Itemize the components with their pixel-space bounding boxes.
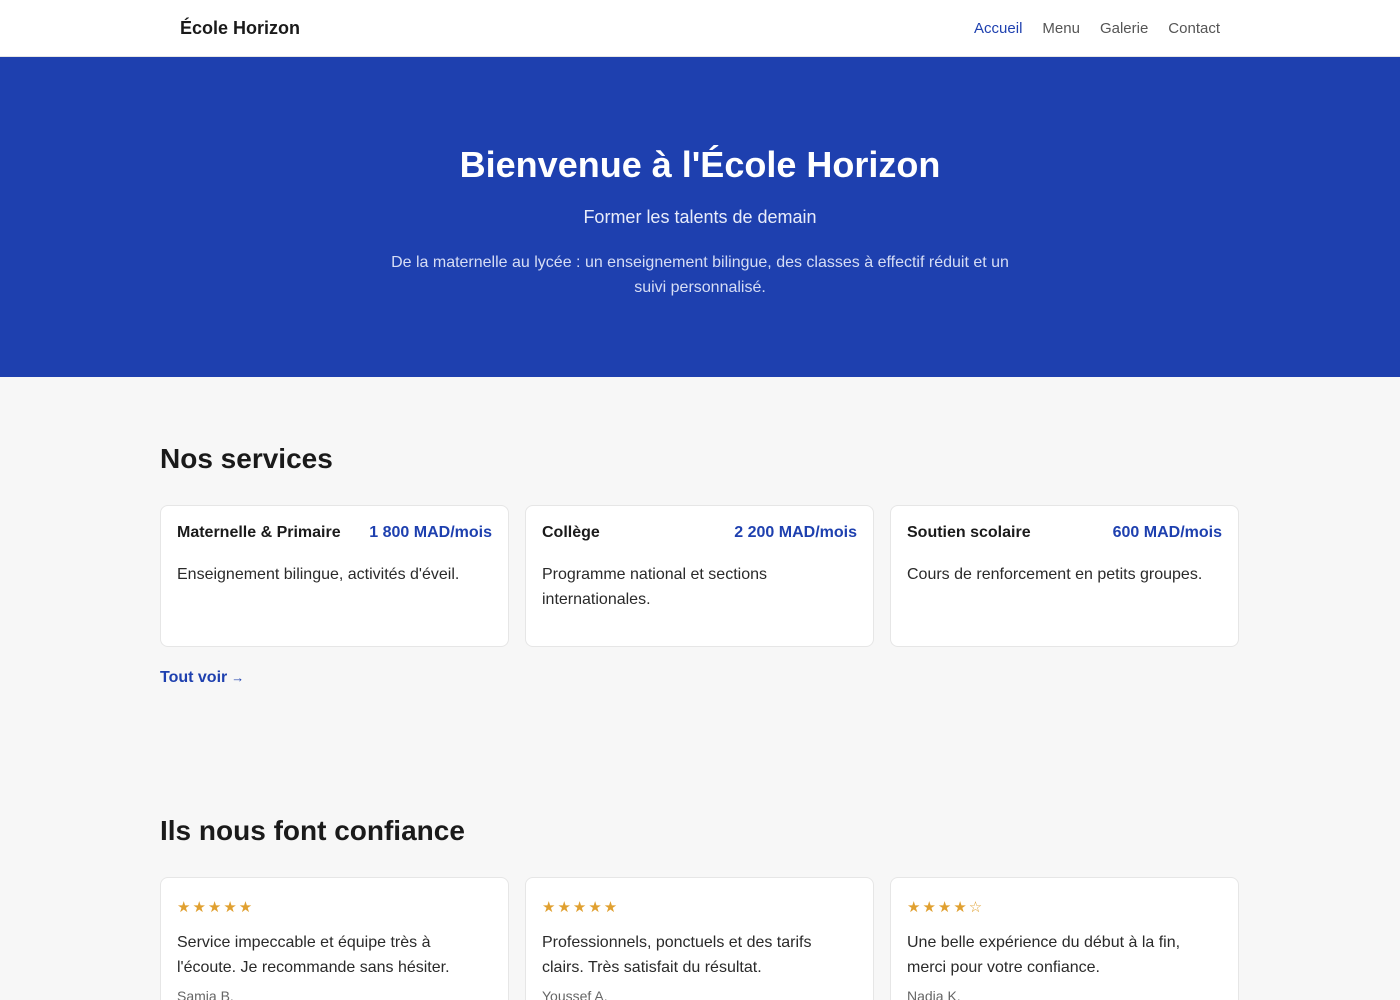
hero-subtitle: Former les talents de demain <box>583 207 817 227</box>
services-title: Nos services <box>160 443 333 474</box>
service-name: Maternelle & Primaire <box>177 524 341 541</box>
service-name: Collège <box>542 524 600 541</box>
see-all-link[interactable]: Tout voir → <box>160 669 244 687</box>
hero-banner: Bienvenue à l'École Horizon Former les t… <box>0 57 1400 377</box>
testimonials-title: Ils nous font confiance <box>160 815 465 846</box>
testimonial-card: ★★★★★ Professionnels, ponctuels et des t… <box>525 877 874 1000</box>
arrow-right-icon: → <box>231 670 245 685</box>
testimonials-cards: ★★★★★ Service impeccable et équipe très … <box>160 877 1240 1000</box>
nav-link-accueil[interactable]: Accueil <box>974 20 1022 37</box>
testimonial-card: ★★★★★ Service impeccable et équipe très … <box>160 877 509 1000</box>
brand-logo[interactable]: École Horizon <box>180 18 300 39</box>
service-price: 2 200 MAD/mois <box>734 524 857 541</box>
service-price: 600 MAD/mois <box>1112 524 1222 541</box>
star-rating-icon: ★★★★★ <box>542 899 620 916</box>
service-description: Enseignement bilingue, activités d'éveil… <box>177 566 460 583</box>
nav-link-contact[interactable]: Contact <box>1168 20 1220 37</box>
testimonial-card: ★★★★☆ Une belle expérience du début à la… <box>890 877 1239 1000</box>
testimonials-section: Ils nous font confiance ★★★★★ Service im… <box>0 687 1400 1000</box>
services-section: Nos services Maternelle & Primaire 1 800… <box>0 377 1400 687</box>
nav-link-galerie[interactable]: Galerie <box>1100 20 1148 37</box>
service-name: Soutien scolaire <box>907 524 1031 541</box>
testimonial-quote: Professionnels, ponctuels et des tarifs … <box>542 934 812 976</box>
services-cards: Maternelle & Primaire 1 800 MAD/mois Ens… <box>160 505 1240 647</box>
service-card[interactable]: Collège 2 200 MAD/mois Programme nationa… <box>525 505 874 647</box>
service-card[interactable]: Soutien scolaire 600 MAD/mois Cours de r… <box>890 505 1239 647</box>
star-rating-icon: ★★★★☆ <box>907 899 985 916</box>
hero-title: Bienvenue à l'École Horizon <box>459 144 941 185</box>
service-description: Cours de renforcement en petits groupes. <box>907 566 1203 583</box>
see-all-label: Tout voir <box>160 669 228 686</box>
service-card-header: Soutien scolaire 600 MAD/mois <box>907 524 1222 542</box>
testimonial-author: Samia B. <box>177 988 234 1000</box>
testimonial-author: Youssef A. <box>542 988 608 1000</box>
hero-description: De la maternelle au lycée : un enseignem… <box>391 254 1009 296</box>
top-navbar: École Horizon Accueil Menu Galerie Conta… <box>0 0 1400 57</box>
service-price: 1 800 MAD/mois <box>369 524 492 541</box>
testimonial-quote: Une belle expérience du début à la fin, … <box>907 934 1181 976</box>
service-card-header: Collège 2 200 MAD/mois <box>542 524 857 542</box>
testimonial-author: Nadia K. <box>907 988 961 1000</box>
service-description: Programme national et sections internati… <box>542 566 767 608</box>
service-card-header: Maternelle & Primaire 1 800 MAD/mois <box>177 524 492 542</box>
testimonial-quote: Service impeccable et équipe très à l'éc… <box>177 934 450 976</box>
nav-link-menu[interactable]: Menu <box>1042 20 1080 37</box>
service-card[interactable]: Maternelle & Primaire 1 800 MAD/mois Ens… <box>160 505 509 647</box>
nav-links: Accueil Menu Galerie Contact <box>974 20 1220 37</box>
star-rating-icon: ★★★★★ <box>177 899 255 916</box>
